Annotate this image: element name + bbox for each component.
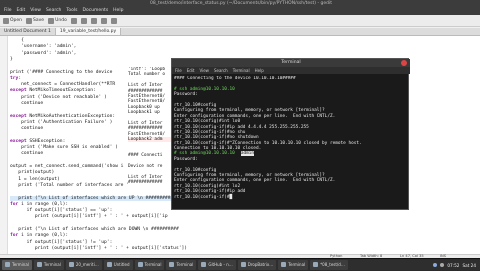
tab-hello[interactable]: 19_variable_test/hello.py [55, 28, 122, 35]
code-line: except SSHException: [10, 138, 66, 144]
code-line: for i in range (0,l): [10, 233, 69, 239]
code-line: print(output) [10, 170, 55, 176]
app-icon [240, 262, 246, 267]
redo-icon [70, 17, 77, 24]
code-line: continue [10, 101, 44, 106]
code-line: print ("\n List of interfaces which are … [10, 195, 174, 202]
open-button[interactable]: Open [3, 17, 22, 24]
app-icon [5, 262, 10, 267]
open-icon [3, 17, 9, 24]
taskbar-item[interactable]: Terminal [166, 259, 197, 270]
code-line: print ("\n List of interfaces which are … [10, 227, 179, 232]
menu-file[interactable]: File [4, 7, 12, 15]
code-line: { [10, 38, 24, 43]
menu-edit[interactable]: Edit [17, 7, 26, 15]
terminal-window[interactable]: Terminal File Edit View Search Terminal … [171, 58, 410, 210]
cut-icon [80, 17, 87, 24]
code-line: } [10, 56, 13, 62]
gedit-toolbar: Open Save Undo [0, 15, 480, 27]
taskbar-item[interactable]: Terminal [278, 259, 309, 270]
taskbar-item[interactable]: Terminal [134, 259, 165, 270]
clock[interactable]: 07:52 [447, 263, 459, 268]
paste-button[interactable] [100, 17, 107, 24]
taskbar-item[interactable]: Untitled [103, 259, 133, 270]
code-line: print ('Total number of interfaces are '… [10, 182, 135, 188]
find-button[interactable] [110, 17, 117, 24]
save-icon [26, 17, 33, 24]
background-output: 'intf': 'Loopb Total number o List of Inte… [128, 67, 172, 187]
close-icon[interactable] [401, 60, 407, 66]
terminal-menu-edit[interactable]: Edit [187, 67, 195, 74]
code-line: print (output[i]['intf'] + ' : ' + outpu… [10, 245, 188, 251]
gedit-title: 08_test/demo/interface_status.py (~/Docu… [150, 1, 333, 6]
taskbar-item[interactable]: *08_test/d… [310, 259, 348, 270]
search-icon [110, 17, 117, 24]
code-line: except NetMikoAuthenticationException: [10, 113, 116, 119]
taskbar-item[interactable]: Terminal [33, 259, 64, 270]
terminal-line: rtr_10.10(config-if)#█ [174, 194, 233, 200]
code-line: 'username': 'admin', [10, 44, 77, 50]
terminal-menu-terminal[interactable]: Terminal [233, 67, 250, 74]
save-button[interactable]: Save [26, 17, 44, 24]
gedit-menubar: File Edit View Search Tools Documents He… [0, 7, 480, 15]
terminal-menu-help[interactable]: Help [255, 67, 264, 74]
terminal-menu-view[interactable]: View [199, 67, 209, 74]
app-icon [313, 262, 319, 267]
copy-button[interactable] [90, 17, 97, 24]
code-line: except NetMikoTimeoutException: [10, 88, 96, 94]
menu-help[interactable]: Help [113, 7, 123, 15]
undo-icon [48, 17, 55, 24]
taskbar-item[interactable]: 20_meriti… [65, 259, 102, 270]
code-line: output = net_connect.send_command('show … [10, 164, 124, 169]
line-gutter [0, 36, 8, 254]
app-icon [169, 262, 175, 267]
cut-button[interactable] [80, 17, 87, 24]
menu-tools[interactable]: Tools [66, 7, 77, 15]
volume-icon[interactable] [440, 263, 445, 267]
date: Sat 24 [462, 262, 476, 268]
terminal-menu-search[interactable]: Search [214, 67, 228, 74]
code-line: 'password': 'admin', [10, 50, 77, 56]
app-icon [201, 262, 207, 267]
code-line: continue [10, 151, 44, 157]
code-line: if output[i]['status'] != 'up': [10, 239, 113, 245]
code-line: continue [10, 126, 44, 132]
system-tray: 07:52 Sat 24 [433, 259, 476, 271]
app-icon [36, 262, 42, 267]
taskbar-item[interactable]: Terminal [2, 259, 32, 270]
code-line: print ('Authentication Failure' ) [10, 119, 113, 125]
code-line: print ('Device not reachable' ) [10, 94, 107, 100]
terminal-menubar: File Edit View Search Terminal Help [172, 67, 410, 74]
code-line: print (output[i]['intf'] + ' : ' + outpu… [10, 214, 168, 220]
menu-search[interactable]: Search [46, 7, 61, 15]
code-line: 1 = len(output) [10, 176, 60, 182]
taskbar-item[interactable]: GitHub - n… [198, 259, 236, 270]
taskbar-item[interactable]: DropBatrix… [237, 259, 277, 270]
app-icon [137, 262, 143, 267]
app-icon [68, 262, 74, 267]
menu-view[interactable]: View [30, 7, 41, 15]
code-line: for i in range (0,l): [10, 201, 69, 207]
tab-untitled[interactable]: Untitled Document 1 [0, 28, 56, 35]
code-line: try: [10, 75, 22, 81]
copy-icon [90, 17, 97, 24]
gedit-titlebar[interactable]: 08_test/demo/interface_status.py (~/Docu… [0, 0, 480, 7]
terminal-output[interactable]: #### Connecting to the device 10.10.10.1… [174, 76, 406, 209]
gedit-tabs: Untitled Document 1 19_variable_test/hel… [0, 28, 480, 36]
undo-button[interactable]: Undo [48, 17, 67, 24]
selected-text: admin [240, 151, 255, 157]
code-line: print ('#### Connecting to the device [10, 69, 113, 75]
terminal-titlebar[interactable]: Terminal [172, 59, 410, 67]
terminal-title: Terminal [281, 60, 301, 65]
paste-icon [100, 17, 107, 24]
taskbar: Terminal Terminal 20_meriti… Untitled Termin… [0, 258, 480, 270]
terminal-menu-file[interactable]: File [175, 67, 182, 74]
output-line: ############# [128, 180, 163, 186]
network-icon[interactable] [433, 263, 438, 267]
redo-button[interactable] [70, 17, 77, 24]
app-icon [106, 262, 112, 267]
app-icon [281, 262, 287, 267]
menu-documents[interactable]: Documents [83, 7, 109, 15]
